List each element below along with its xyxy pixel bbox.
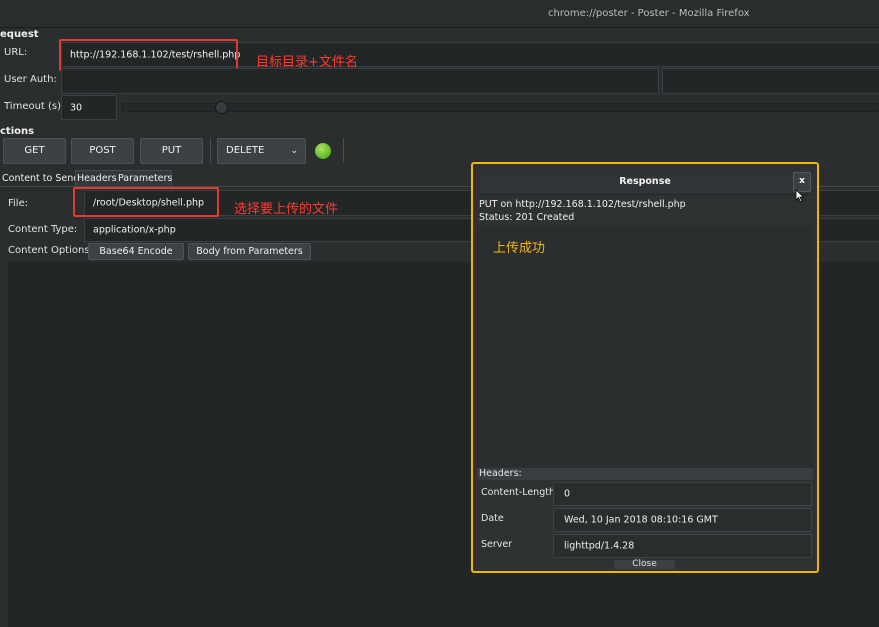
- base64-encode-button[interactable]: Base64 Encode: [88, 243, 184, 260]
- header-value-server[interactable]: lighttpd/1.4.28: [553, 534, 812, 558]
- request-section-title: equest: [0, 29, 39, 40]
- method-select[interactable]: DELETE ⌄: [217, 138, 306, 164]
- body-from-parameters-button[interactable]: Body from Parameters: [188, 243, 311, 260]
- url-label: URL:: [4, 47, 28, 58]
- tab-parameters[interactable]: Parameters: [118, 173, 172, 184]
- post-button[interactable]: POST: [71, 138, 134, 164]
- header-value-date[interactable]: Wed, 10 Jan 2018 08:10:16 GMT: [553, 508, 812, 532]
- response-title: Response: [619, 176, 671, 187]
- get-button[interactable]: GET: [3, 138, 66, 164]
- response-dialog-header: Response x: [477, 170, 813, 195]
- file-highlight-box: [73, 187, 219, 217]
- response-close-button[interactable]: Close: [614, 560, 675, 569]
- user-auth-label: User Auth:: [4, 74, 57, 85]
- actions-divider: [210, 138, 211, 163]
- method-select-value: DELETE: [226, 145, 265, 156]
- timeout-slider-track[interactable]: [121, 103, 879, 112]
- tab-content-to-send[interactable]: Content to Send: [2, 173, 79, 184]
- response-put-line: PUT on http://192.168.1.102/test/rshell.…: [479, 199, 686, 210]
- user-auth-username-input[interactable]: [61, 68, 659, 94]
- success-annotation: 上传成功: [493, 241, 546, 256]
- header-name-server: Server: [481, 539, 513, 550]
- content-type-label: Content Type:: [8, 224, 78, 235]
- timeout-label: Timeout (s):: [4, 101, 65, 112]
- window-titlebar: chrome://poster - Poster - Mozilla Firef…: [0, 0, 879, 28]
- timeout-slider-thumb[interactable]: [215, 101, 228, 114]
- headers-label: Headers:: [479, 468, 522, 479]
- file-label: File:: [8, 198, 29, 209]
- mouse-cursor-icon: [795, 189, 805, 203]
- header-name-date: Date: [481, 513, 504, 524]
- actions-divider-2: [343, 138, 344, 163]
- response-dialog: Response x PUT on http://192.168.1.102/t…: [471, 162, 819, 573]
- chevron-down-icon: ⌄: [290, 146, 298, 156]
- window-title: chrome://poster - Poster - Mozilla Firef…: [548, 8, 750, 19]
- actions-section-title: ctions: [0, 126, 35, 137]
- response-body-area[interactable]: [477, 226, 813, 468]
- headers-bar: Headers:: [477, 468, 813, 480]
- user-auth-password-input[interactable]: [662, 68, 879, 94]
- timeout-input[interactable]: 30: [61, 95, 117, 120]
- url-highlight-box: [59, 39, 238, 71]
- file-annotation: 选择要上传的文件: [234, 202, 339, 217]
- tab-headers[interactable]: Headers: [77, 173, 117, 184]
- put-button[interactable]: PUT: [140, 138, 203, 164]
- header-name-content-length: Content-Length: [481, 487, 555, 498]
- header-value-content-length[interactable]: 0: [553, 482, 812, 506]
- status-indicator-icon: [315, 143, 331, 159]
- content-options-label: Content Options:: [8, 245, 93, 256]
- response-status-line: Status: 201 Created: [479, 212, 575, 223]
